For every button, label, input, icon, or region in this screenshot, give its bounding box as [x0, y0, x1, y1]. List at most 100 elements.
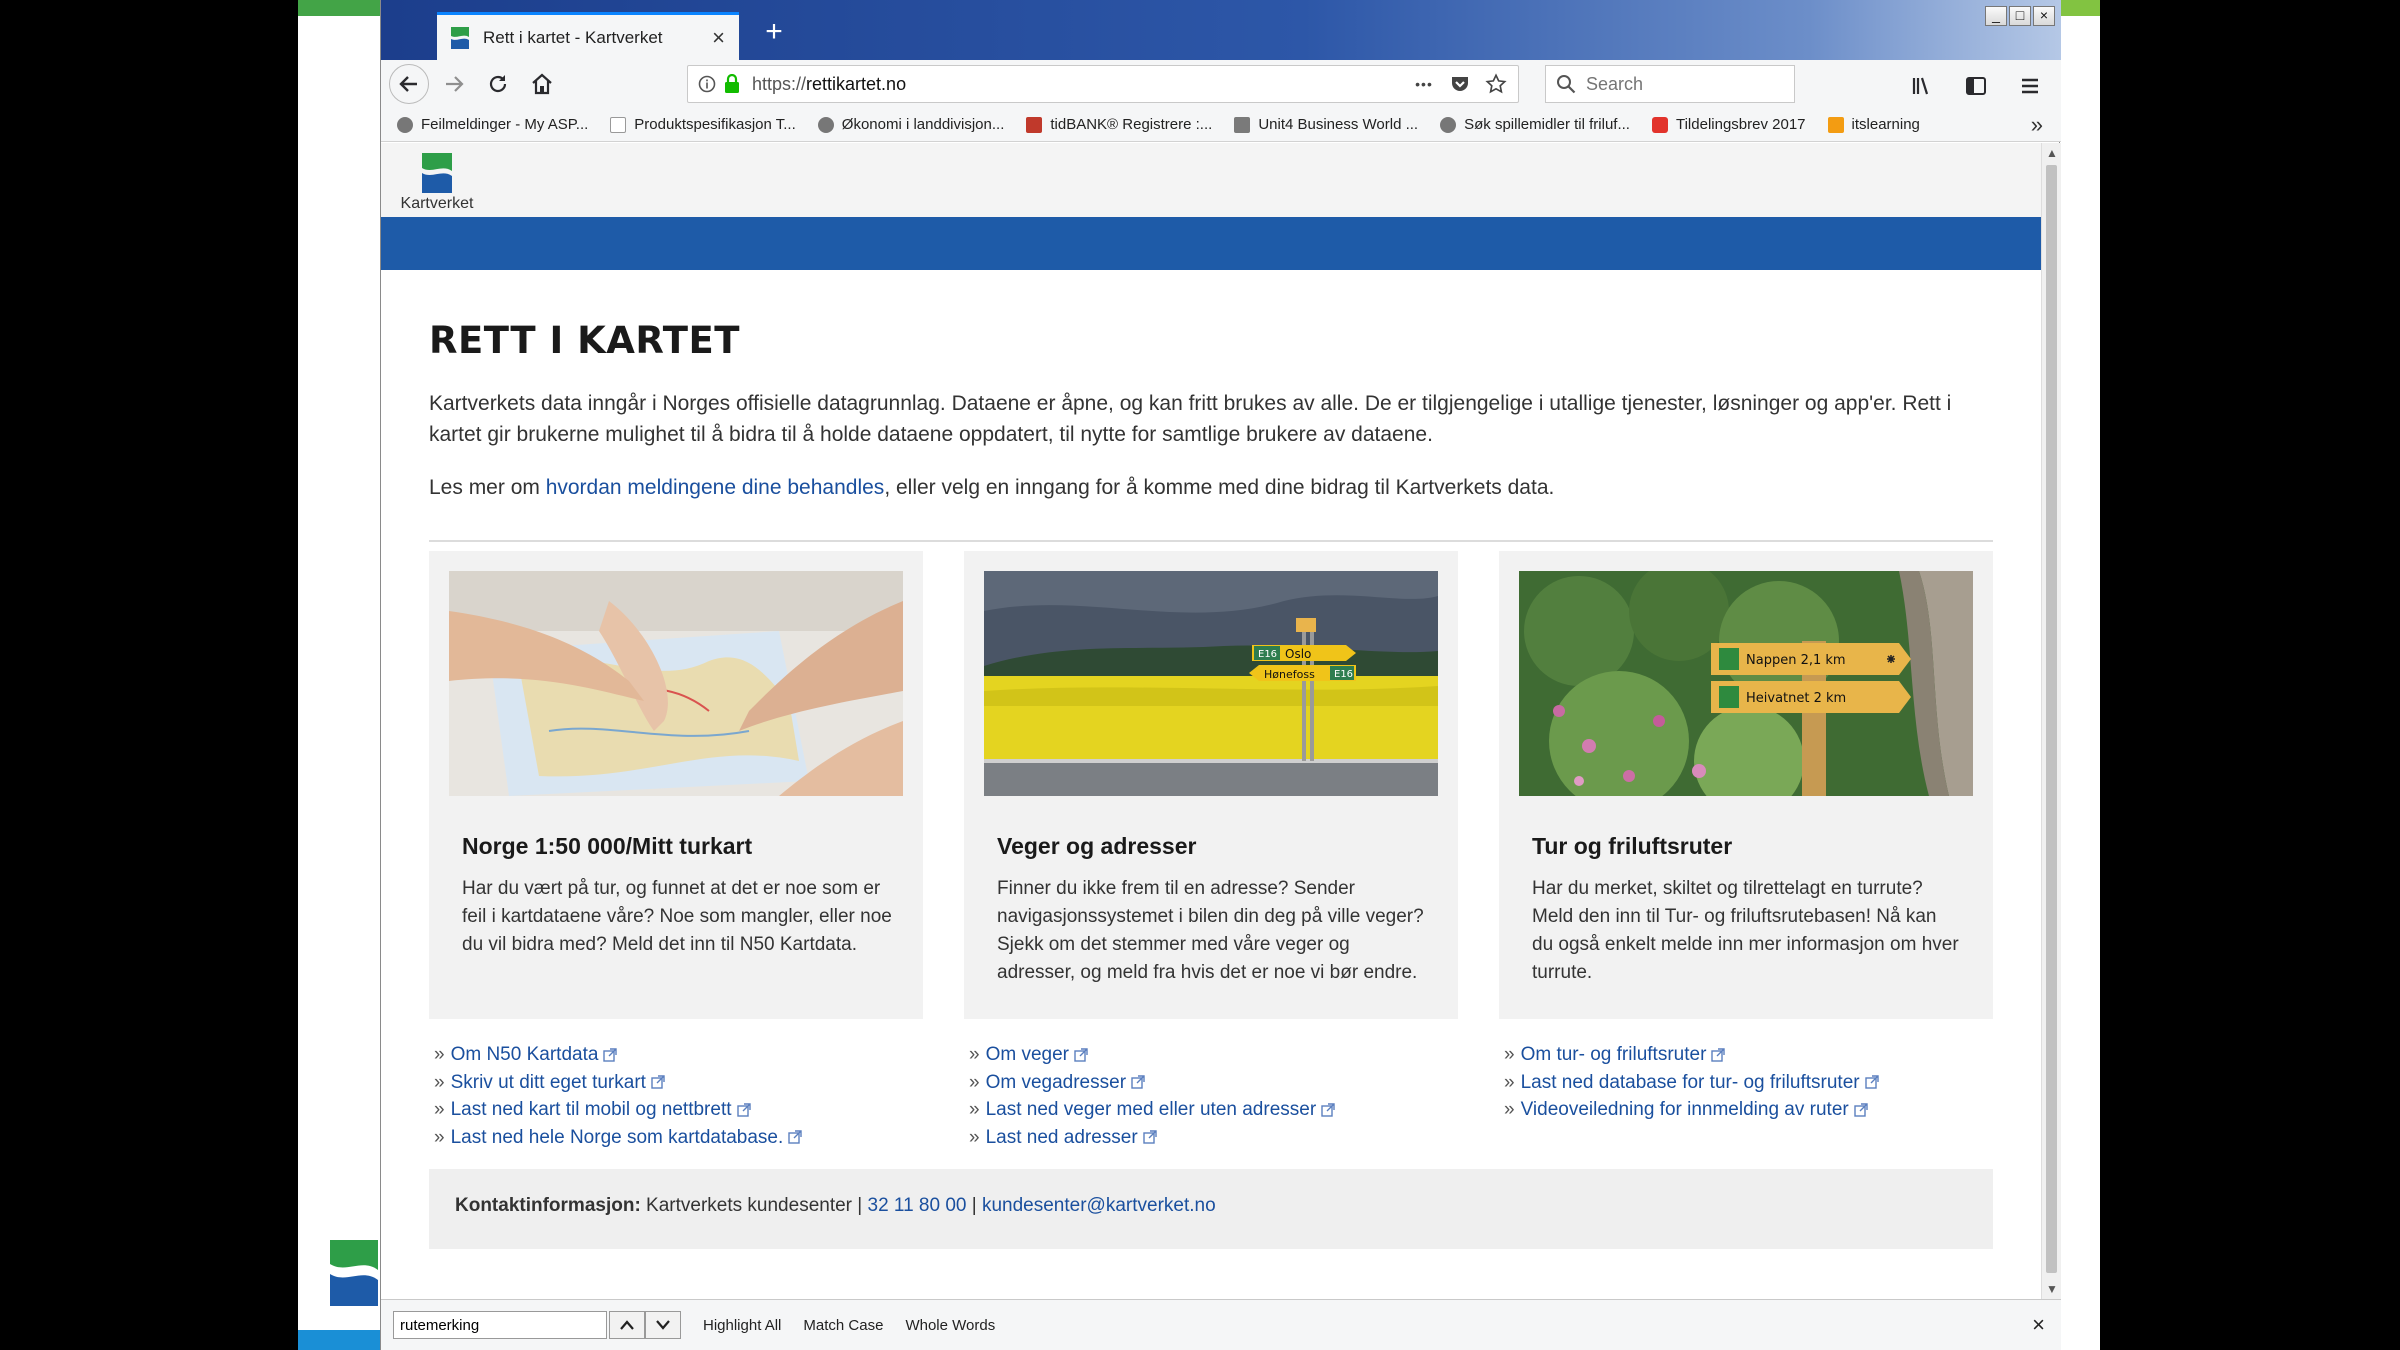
back-button[interactable] — [389, 64, 429, 104]
kartverket-logo-icon — [422, 153, 452, 193]
site-logo[interactable]: Kartverket — [397, 153, 477, 213]
find-next-button[interactable] — [645, 1311, 681, 1339]
list-item: » Last ned veger med eller uten adresser — [969, 1096, 1463, 1124]
whole-words-toggle[interactable]: Whole Words — [905, 1317, 995, 1334]
card-title[interactable]: Veger og adresser — [997, 833, 1196, 860]
bookmark-item[interactable]: Produktspesifikasjon T... — [610, 116, 796, 133]
bookmark-item[interactable]: itslearning — [1827, 116, 1920, 133]
sign-oslo: Oslo — [1285, 647, 1311, 661]
bookmark-item[interactable]: Økonomi i landdivisjon... — [817, 116, 1004, 133]
forward-button[interactable] — [435, 65, 473, 103]
bookmark-item[interactable]: Feilmeldinger - My ASP... — [397, 116, 588, 133]
link-marker: » — [434, 1099, 445, 1120]
list-item: » Last ned kart til mobil og nettbrett — [434, 1096, 928, 1124]
external-link-icon — [603, 1048, 618, 1062]
browser-window: Rett i kartet - Kartverket × + _ □ × htt… — [380, 0, 2061, 1350]
contact-label: Kontaktinformasjon: — [455, 1195, 641, 1216]
external-link-icon — [651, 1075, 665, 1090]
bookmark-item[interactable]: Søk spillemidler til friluf... — [1440, 116, 1630, 133]
list-item: » Om N50 Kartdata — [434, 1041, 928, 1069]
search-bar[interactable] — [1545, 65, 1795, 103]
page-scrollbar[interactable]: ▲ ▼ — [2041, 143, 2061, 1299]
slide-background-left — [0, 0, 298, 1350]
bookmark-label: Feilmeldinger - My ASP... — [421, 116, 589, 133]
link-om-vegadresser[interactable]: Om vegadresser — [986, 1072, 1126, 1093]
search-input[interactable] — [1586, 73, 1776, 95]
close-find-bar-icon[interactable]: × — [2032, 1312, 2045, 1338]
intro-read-more: Les mer om hvordan meldingene dine behan… — [429, 476, 1993, 500]
link-last-ned-adresser[interactable]: Last ned adresser — [986, 1127, 1138, 1148]
close-window-button[interactable]: × — [2033, 6, 2055, 26]
sidebar-toggle-button[interactable] — [1957, 67, 1995, 105]
maximize-button[interactable]: □ — [2009, 6, 2031, 26]
card-title[interactable]: Norge 1:50 000/Mitt turkart — [462, 833, 752, 860]
bookmark-item[interactable]: tidBANK® Registrere :... — [1026, 116, 1212, 133]
bookmark-item[interactable]: Tildelingsbrev 2017 — [1651, 116, 1806, 133]
globe-icon — [1440, 116, 1457, 133]
contact-separator: | — [966, 1195, 982, 1216]
link-om-n50[interactable]: Om N50 Kartdata — [451, 1044, 599, 1065]
bookmark-label: itslearning — [1851, 116, 1920, 133]
link-marker: » — [1504, 1071, 1515, 1093]
address-bar[interactable]: https://rettikartet.no ••• — [687, 65, 1519, 103]
new-tab-button[interactable]: + — [757, 16, 791, 50]
trail-sign-nappen: Nappen 2,1 km — [1746, 653, 1846, 668]
bookmark-label: tidBANK® Registrere :... — [1050, 116, 1213, 133]
link-skriv-ut-turkart[interactable]: Skriv ut ditt eget turkart — [451, 1072, 646, 1093]
contact-org: Kartverkets kundesenter | — [640, 1195, 868, 1216]
external-link-icon — [1321, 1103, 1335, 1117]
scroll-down-icon[interactable]: ▼ — [2042, 1279, 2062, 1299]
card-tur[interactable]: Nappen 2,1 km Heivatnet 2 km Tur og fril… — [1499, 551, 1993, 1019]
contact-email-link[interactable]: kundesenter@kartverket.no — [982, 1195, 1216, 1216]
tab-title: Rett i kartet - Kartverket — [483, 27, 663, 47]
card-text: Har du merket, skiltet og tilrettelagt e… — [1532, 878, 1959, 983]
bookmark-item[interactable]: Unit4 Business World ... — [1234, 116, 1418, 133]
active-tab[interactable]: Rett i kartet - Kartverket × — [437, 12, 739, 60]
card-text: Har du vært på tur, og funnet at det er … — [462, 878, 892, 955]
reload-button[interactable] — [479, 65, 517, 103]
link-om-veger[interactable]: Om veger — [986, 1044, 1069, 1065]
bookmarks-overflow-icon[interactable]: » — [2031, 112, 2043, 138]
highlight-all-toggle[interactable]: Highlight All — [703, 1317, 781, 1334]
minimize-button[interactable]: _ — [1985, 6, 2007, 26]
home-button[interactable] — [523, 65, 561, 103]
url-text[interactable]: https://rettikartet.no — [752, 74, 1400, 95]
message-handling-link[interactable]: hvordan meldingene dine behandles — [546, 476, 885, 499]
link-videoveiledning[interactable]: Videoveiledning for innmelding av ruter — [1521, 1099, 1849, 1120]
link-last-ned-veger[interactable]: Last ned veger med eller uten adresser — [986, 1099, 1317, 1120]
slide-side-panel-right — [2060, 0, 2100, 1350]
page-actions-icon[interactable]: ••• — [1412, 72, 1436, 96]
match-case-toggle[interactable]: Match Case — [803, 1317, 883, 1334]
menu-button[interactable] — [2011, 67, 2049, 105]
link-om-turruter[interactable]: Om tur- og friluftsruter — [1521, 1044, 1707, 1065]
find-input[interactable] — [393, 1311, 607, 1339]
veger-links: » Om veger » Om vegadresser » Last ned vege… — [969, 1041, 1463, 1151]
find-previous-button[interactable] — [609, 1311, 645, 1339]
link-database-turruter[interactable]: Last ned database for tur- og friluftsru… — [1521, 1072, 1860, 1093]
library-button[interactable] — [1903, 67, 1941, 105]
n50-links: » Om N50 Kartdata » Skriv ut ditt eget tur… — [434, 1041, 928, 1151]
home-icon — [532, 73, 552, 95]
lock-icon[interactable] — [724, 74, 740, 94]
url-host: rettikartet.no — [806, 73, 907, 94]
link-kart-mobil[interactable]: Last ned kart til mobil og nettbrett — [451, 1099, 732, 1120]
card-n50[interactable]: Norge 1:50 000/Mitt turkart Har du vært … — [429, 551, 923, 1019]
contact-info: Kontaktinformasjon: Kartverkets kundesen… — [429, 1169, 1993, 1249]
info-icon[interactable] — [698, 75, 716, 93]
close-tab-icon[interactable]: × — [712, 25, 725, 51]
scroll-up-icon[interactable]: ▲ — [2042, 143, 2062, 163]
contact-phone-link[interactable]: 32 11 80 00 — [868, 1195, 967, 1216]
pocket-icon[interactable] — [1448, 72, 1472, 96]
link-hele-norge[interactable]: Last ned hele Norge som kartdatabase. — [451, 1127, 784, 1148]
logo-text: Kartverket — [400, 195, 474, 212]
bookmark-star-icon[interactable] — [1484, 72, 1508, 96]
scrollbar-thumb[interactable] — [2046, 165, 2057, 1273]
slide-accent-bar-right — [2060, 0, 2100, 16]
page-viewport: Kartverket RETT I KARTET Kartverkets dat… — [381, 143, 2041, 1299]
tur-links: » Om tur- og friluftsruter » Last ned data… — [1504, 1041, 1998, 1124]
link-marker: » — [434, 1126, 445, 1148]
tab-bar: Rett i kartet - Kartverket × + _ □ × — [381, 0, 2061, 60]
card-title[interactable]: Tur og friluftsruter — [1532, 833, 1732, 860]
site-banner — [381, 217, 2041, 270]
card-veger[interactable]: E16 Oslo Hønefoss E16 Veger og adresser … — [964, 551, 1458, 1019]
